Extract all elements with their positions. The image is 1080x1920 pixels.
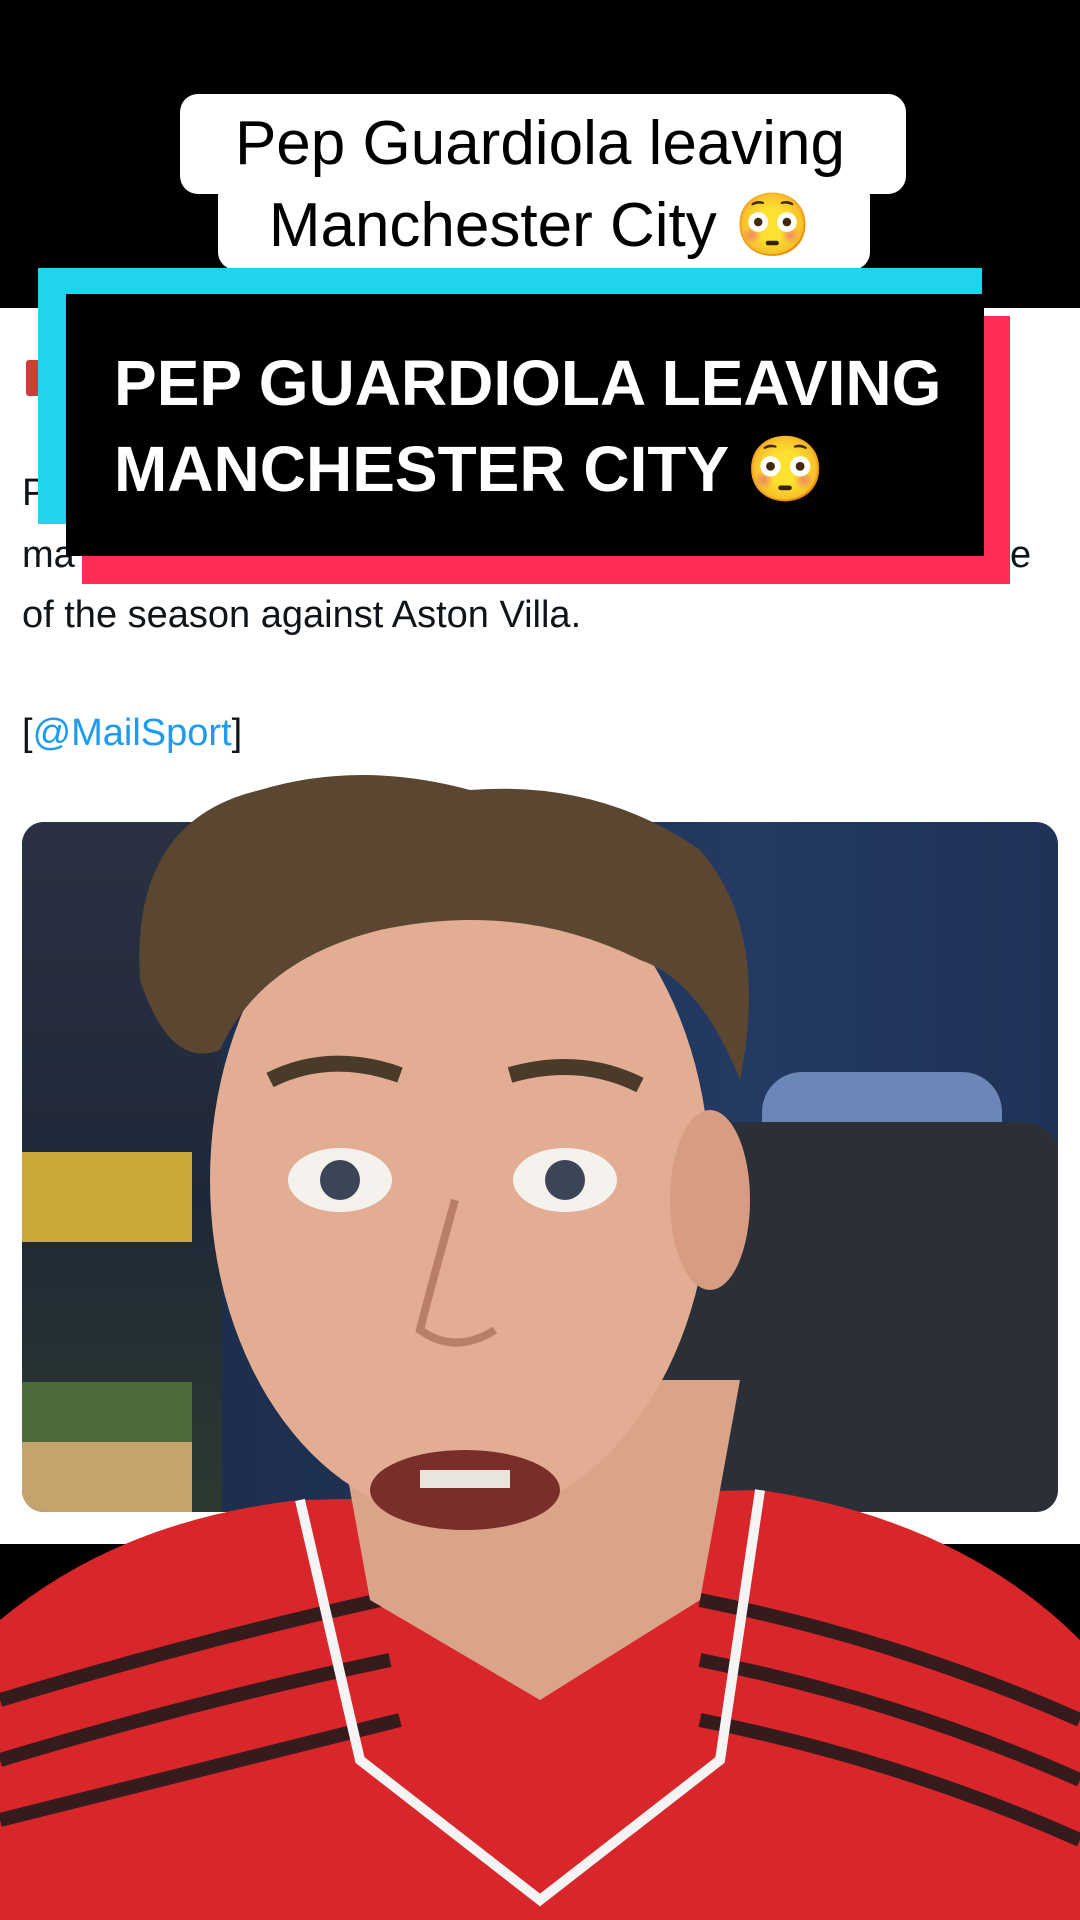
- media-jacket: [662, 1122, 1058, 1512]
- caption-line-2: Manchester City 😳: [268, 191, 812, 260]
- tweet-media-image[interactable]: [22, 822, 1058, 1512]
- title-banner-line-1: PEP GUARDIOLA LEAVING: [114, 347, 942, 419]
- media-yellow-panel: [22, 1152, 192, 1242]
- bottom-black-band: [0, 1544, 1080, 1920]
- title-banner-line-2: MANCHESTER CITY 😳: [114, 433, 826, 505]
- tweet-text-line-2-end: e: [1010, 534, 1032, 576]
- source-bracket-close: ]: [231, 712, 243, 754]
- mailsport-mention-link[interactable]: @MailSport: [33, 712, 232, 754]
- caption-line-1: Pep Guardiola leaving: [234, 109, 846, 178]
- tweet-text-line-3: of the season against Aston Villa.: [22, 594, 582, 636]
- media-pitch-strip: [22, 1382, 192, 1442]
- media-floor: [22, 1442, 192, 1512]
- title-banner-text: PEP GUARDIOLA LEAVING MANCHESTER CITY 😳: [114, 340, 974, 512]
- source-bracket-open: [: [22, 712, 33, 754]
- tweet-source: [@MailSport]: [22, 712, 242, 755]
